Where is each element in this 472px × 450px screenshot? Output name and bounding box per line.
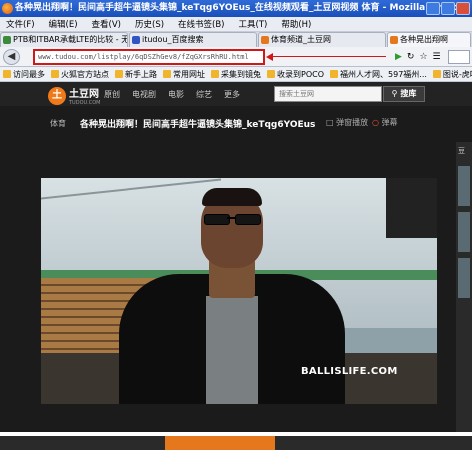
- site-logo[interactable]: 土 土豆网 TUDOU.COM: [48, 85, 101, 106]
- menu-edit[interactable]: 编辑(E): [49, 18, 78, 30]
- menu-help[interactable]: 帮助(H): [281, 18, 311, 30]
- folder-icon: [211, 70, 219, 78]
- site-search-button[interactable]: ⚲ 搜库: [383, 86, 425, 102]
- window-controls: [426, 2, 470, 15]
- url-input[interactable]: [35, 51, 263, 63]
- folder-icon: [330, 70, 339, 78]
- video-scoreboard: ■■: [386, 178, 437, 238]
- bookmark-item[interactable]: 访问最多: [3, 69, 45, 80]
- firefox-icon: [2, 3, 13, 14]
- bookmark-item[interactable]: 常用网址: [163, 69, 205, 80]
- folder-icon: [432, 70, 441, 78]
- tab-label: 各种晃出翔啊: [400, 35, 448, 44]
- window-title: 各种晃出翔啊！民间高手超牛逼镜头集锦_keTqg6YOEus_在线视频观看_土豆…: [15, 3, 465, 13]
- video-person-shirt: [206, 296, 258, 404]
- browser-window: 各种晃出翔啊！民间高手超牛逼镜头集锦_keTqg6YOEus_在线视频观看_土豆…: [0, 0, 472, 432]
- bottom-page-strip: [0, 436, 472, 450]
- danmu-toggle[interactable]: ○ 弹幕: [372, 117, 398, 128]
- annotation-arrow-icon: [266, 53, 273, 61]
- nav-icons: ▶ ↻ ☆ ☰: [395, 51, 441, 63]
- popup-play-toggle[interactable]: □ 弹窗播放: [326, 117, 368, 128]
- menu-bar: 文件(F) 编辑(E) 查看(V) 历史(S) 在线书签(B) 工具(T) 帮助…: [0, 17, 472, 32]
- sidebar-label: 豆: [458, 147, 465, 155]
- tab-label: PTB和ITBAR承载LTE的比较 - 无...: [13, 35, 128, 44]
- bookmark-item[interactable]: 采集到镜兔: [211, 69, 261, 80]
- folder-icon: [51, 70, 59, 78]
- folder-icon: [163, 70, 171, 78]
- navigation-bar: ◀ ▶ ↻ ☆ ☰: [0, 47, 472, 67]
- refresh-icon[interactable]: ↻: [407, 51, 415, 63]
- nav-movie[interactable]: 电影: [168, 89, 184, 100]
- sidebar-thumbnail[interactable]: [458, 212, 470, 252]
- bookmark-item[interactable]: 火狐官方站点: [51, 69, 109, 80]
- annotation-arrow-line: [268, 56, 386, 57]
- folder-icon: [267, 70, 275, 78]
- sidebar-thumbnail[interactable]: [458, 166, 470, 206]
- sidebar-thumbnail[interactable]: [458, 258, 470, 298]
- related-sidebar: 豆: [456, 142, 472, 432]
- menu-history[interactable]: 历史(S): [135, 18, 164, 30]
- nav-more[interactable]: 更多: [224, 89, 240, 100]
- nav-variety[interactable]: 综艺: [196, 89, 212, 100]
- folder-icon: [115, 70, 123, 78]
- site-nav: 原创 电视剧 电影 综艺 更多: [104, 89, 240, 100]
- tab-favicon-icon: [390, 36, 398, 44]
- site-search-input[interactable]: [275, 87, 381, 101]
- menu-file[interactable]: 文件(F): [6, 18, 35, 30]
- tab-label: 体育频道_土豆网: [271, 35, 331, 44]
- bookmark-item[interactable]: 收录到POCO: [267, 69, 324, 80]
- site-header: 土 土豆网 TUDOU.COM 原创 电视剧 电影 综艺 更多 ⚲ 搜库: [0, 82, 472, 106]
- video-title: 各种晃出翔啊！民间高手超牛逼镜头集锦_keTqg6YOEus: [80, 120, 316, 130]
- video-player[interactable]: ■■ BALLISLIFE.COM: [41, 178, 437, 404]
- browser-search-box[interactable]: [448, 50, 470, 64]
- bookmark-item[interactable]: 图说-虎嗅网: [432, 69, 472, 80]
- minimize-button[interactable]: [426, 2, 440, 15]
- close-button[interactable]: [456, 2, 470, 15]
- folder-icon: [3, 70, 11, 78]
- video-person-glasses: [201, 214, 263, 226]
- tudou-logo-icon: 土: [48, 86, 66, 105]
- nav-tv[interactable]: 电视剧: [132, 89, 156, 100]
- tab-label: itudou_百度搜索: [142, 35, 204, 44]
- window-titlebar: 各种晃出翔啊！民间高手超牛逼镜头集锦_keTqg6YOEus_在线视频观看_土豆…: [0, 0, 472, 17]
- video-title-row: 体育 各种晃出翔啊！民间高手超牛逼镜头集锦_keTqg6YOEus □ 弹窗播放…: [0, 106, 472, 142]
- bookmarks-bar: 访问最多 火狐官方站点 新手上路 常用网址 采集到镜兔 收录到POCO 福州人才…: [0, 67, 472, 82]
- menu-tools[interactable]: 工具(T): [239, 18, 268, 30]
- menu-bookmarks[interactable]: 在线书签(B): [178, 18, 224, 30]
- maximize-button[interactable]: [441, 2, 455, 15]
- tab-bar: PTB和ITBAR承载LTE的比较 - 无... itudou_百度搜索 体育频…: [0, 32, 472, 47]
- video-watermark: BALLISLIFE.COM: [301, 366, 398, 377]
- tab-baidu-search[interactable]: itudou_百度搜索: [129, 32, 257, 47]
- rss-icon[interactable]: ☰: [433, 51, 441, 63]
- logo-text: 土豆网: [69, 89, 99, 100]
- video-category-link[interactable]: 体育: [50, 118, 66, 129]
- back-button[interactable]: ◀: [3, 49, 20, 65]
- tab-favicon-icon: [3, 36, 11, 44]
- url-bar[interactable]: [33, 49, 265, 65]
- tab-favicon-icon: [132, 36, 140, 44]
- menu-view[interactable]: 查看(V): [92, 18, 121, 30]
- bottom-orange-bar: [165, 436, 275, 450]
- site-search-box: [274, 86, 382, 102]
- nav-original[interactable]: 原创: [104, 89, 120, 100]
- tab-favicon-icon: [261, 36, 269, 44]
- star-icon[interactable]: ☆: [419, 51, 427, 63]
- bookmark-item[interactable]: 福州人才网、597福州...: [330, 69, 427, 80]
- tab-current-video[interactable]: 各种晃出翔啊: [387, 32, 471, 47]
- go-icon[interactable]: ▶: [395, 51, 402, 63]
- tab-tudou-sports[interactable]: 体育频道_土豆网: [258, 32, 386, 47]
- tab-ptb[interactable]: PTB和ITBAR承载LTE的比较 - 无...: [0, 32, 128, 47]
- video-person-hair: [202, 188, 262, 206]
- danmu-icon: ○: [372, 118, 379, 127]
- bookmark-item[interactable]: 新手上路: [115, 69, 157, 80]
